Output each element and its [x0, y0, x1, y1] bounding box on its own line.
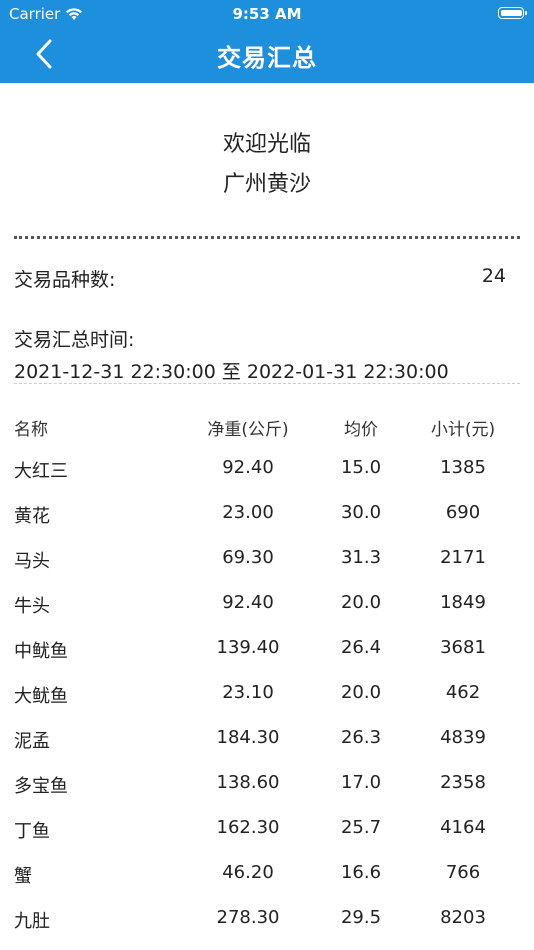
- cell-weight: 162.30: [216, 817, 280, 838]
- cell-price: 26.3: [340, 727, 382, 748]
- dashed-divider: [14, 383, 520, 384]
- page-title: 交易汇总: [217, 44, 317, 72]
- table-row: 蟹 46.20 16.6 766: [0, 856, 534, 901]
- status-bar: Carrier 9:53 AM: [0, 0, 534, 28]
- cell-name: 蟹: [14, 866, 32, 887]
- cell-price: 20.0: [340, 592, 382, 613]
- cell-price: 29.5: [340, 907, 382, 928]
- cell-price: 17.0: [340, 772, 382, 793]
- summary-time-range: 2021-12-31 22:30:00 至 2022-01-31 22:30:0…: [14, 361, 449, 383]
- cell-name: 中鱿鱼: [14, 641, 68, 662]
- table-row: 马头 69.30 31.3 2171: [0, 541, 534, 586]
- cell-name: 泥孟: [14, 731, 50, 752]
- welcome-line: 欢迎光临: [222, 132, 311, 157]
- cell-price: 20.0: [340, 682, 382, 703]
- cell-subtotal: 4164: [440, 817, 486, 838]
- summary-time-label: 交易汇总时间:: [14, 329, 135, 351]
- cell-subtotal: 690: [445, 502, 481, 523]
- cell-name: 牛头: [14, 596, 50, 617]
- table-row: 牛头 92.40 20.0 1849: [0, 586, 534, 631]
- table-row: 中鱿鱼 139.40 26.4 3681: [0, 631, 534, 676]
- table-row: 九肚 278.30 29.5 8203: [0, 901, 534, 946]
- nav-bar: Carrier 9:53 AM 交易汇总: [0, 0, 534, 83]
- cell-weight: 69.30: [222, 547, 274, 568]
- cell-subtotal: 766: [445, 862, 481, 883]
- cell-weight: 138.60: [216, 772, 280, 793]
- cell-name: 黄花: [14, 506, 50, 527]
- cell-weight: 23.00: [222, 502, 274, 523]
- cell-weight: 92.40: [222, 457, 274, 478]
- kind-count-label: 交易品种数:: [14, 269, 116, 291]
- table-row: 黄花 23.00 30.0 690: [0, 496, 534, 541]
- cell-subtotal: 2358: [440, 772, 486, 793]
- cell-subtotal: 462: [445, 682, 481, 703]
- cell-price: 25.7: [340, 817, 382, 838]
- cell-subtotal: 1385: [440, 457, 486, 478]
- cell-price: 31.3: [340, 547, 382, 568]
- header-name: 名称: [14, 420, 48, 440]
- cell-price: 30.0: [340, 502, 382, 523]
- table-row: 丁鱼 162.30 25.7 4164: [0, 811, 534, 856]
- cell-price: 16.6: [340, 862, 382, 883]
- table-body: 大红三 92.40 15.0 1385 黄花 23.00 30.0 690 马头 69.30 31.…: [0, 451, 534, 946]
- table-row: 大红三 92.40 15.0 1385: [0, 451, 534, 496]
- cell-weight: 278.30: [216, 907, 280, 928]
- table-row: 多宝鱼 138.60 17.0 2358: [0, 766, 534, 811]
- battery-icon: [498, 7, 527, 19]
- table-header: 名称 净重(公斤) 均价 小计(元): [0, 409, 534, 451]
- cell-name: 大红三: [14, 461, 68, 482]
- kind-count-value: 24: [481, 265, 506, 287]
- cell-price: 26.4: [340, 637, 382, 658]
- cell-price: 15.0: [340, 457, 382, 478]
- cell-name: 马头: [14, 551, 50, 572]
- cell-name: 丁鱼: [14, 821, 50, 842]
- market-name: 广州黄沙: [222, 172, 311, 197]
- cell-weight: 23.10: [222, 682, 274, 703]
- cell-subtotal: 3681: [440, 637, 486, 658]
- status-time: 9:53 AM: [232, 5, 302, 23]
- cell-subtotal: 4839: [440, 727, 486, 748]
- cell-weight: 139.40: [216, 637, 280, 658]
- cell-weight: 46.20: [222, 862, 274, 883]
- cell-name: 多宝鱼: [14, 776, 68, 797]
- cell-subtotal: 1849: [440, 592, 486, 613]
- cell-name: 九肚: [14, 911, 50, 932]
- cell-weight: 184.30: [216, 727, 280, 748]
- header-weight: 净重(公斤): [207, 420, 289, 440]
- summary-table: 名称 净重(公斤) 均价 小计(元) 大红三 92.40 15.0 1385 黄花 23.…: [0, 409, 534, 946]
- cell-subtotal: 2171: [440, 547, 486, 568]
- cell-subtotal: 8203: [440, 907, 486, 928]
- header-subtotal: 小计(元): [430, 420, 496, 440]
- welcome-block: 欢迎光临 广州黄沙: [0, 125, 534, 205]
- cell-weight: 92.40: [222, 592, 274, 613]
- table-row: 大鱿鱼 23.10 20.0 462: [0, 676, 534, 721]
- cell-name: 大鱿鱼: [14, 686, 68, 707]
- table-row: 泥孟 184.30 26.3 4839: [0, 721, 534, 766]
- header-price: 均价: [344, 420, 378, 440]
- dotted-divider: [14, 236, 520, 239]
